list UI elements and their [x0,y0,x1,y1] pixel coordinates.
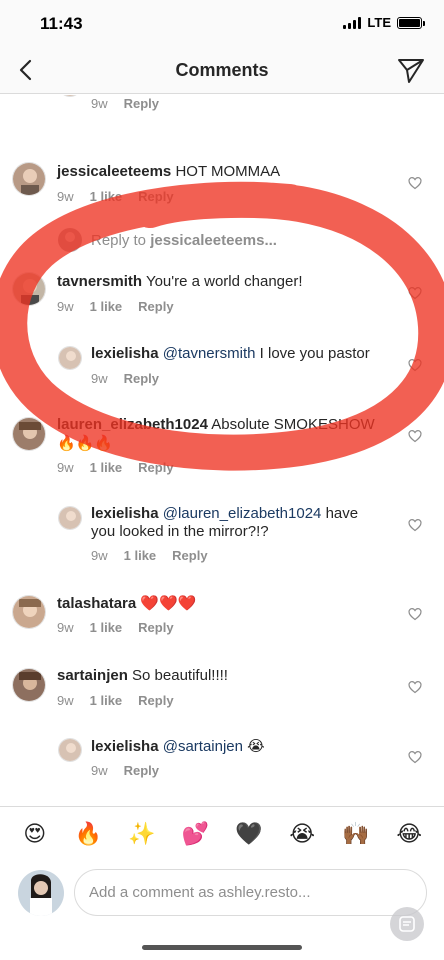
comment-text: jessicaleeteems HOT MOMMAA [57,163,281,180]
reply-button[interactable]: Reply [138,620,173,635]
comment-time: 9w [57,460,74,475]
comment-meta: 9w Reply [91,96,159,111]
avatar[interactable] [12,162,46,196]
reply-button[interactable]: Reply [138,299,173,314]
network-label: LTE [367,15,391,30]
comment-list[interactable]: you 9w Reply jessicaleeteems HOT MOMMAA … [0,95,444,805]
emoji-fire[interactable]: 🔥 [73,820,103,850]
comment-input[interactable] [74,869,427,916]
likes-count[interactable]: 1 like [90,620,123,635]
comment-username[interactable]: lexielisha [91,738,159,755]
like-heart-icon[interactable] [408,358,422,372]
reply-button[interactable]: Reply [138,693,173,708]
signal-icon [343,16,362,29]
nav-bar: Comments [0,46,444,94]
avatar[interactable] [58,346,82,370]
direct-send-icon[interactable] [396,56,426,84]
comment-meta: 9w 1 like Reply [57,460,174,475]
emoji-black-heart[interactable]: 🖤 [234,820,264,850]
likes-count[interactable]: 1 like [90,189,123,204]
emoji-heart-eyes[interactable]: 😍 [20,820,50,850]
comment-meta: 9w Reply [91,763,159,778]
comment-text: talashatara ❤️❤️❤️ [57,594,197,612]
like-heart-icon[interactable] [408,750,422,764]
like-heart-icon[interactable] [408,429,422,443]
emoji-two-hearts[interactable]: 💕 [180,820,210,850]
comment-meta: 9w 1 like Reply [57,693,174,708]
comment-time: 9w [57,189,74,204]
comment-text: tavnersmith You're a world changer! [57,273,303,290]
comment-username[interactable]: sartainjen [57,667,128,684]
page-title: Comments [175,60,269,80]
avatar[interactable] [12,272,46,306]
comment-text: lexielisha @tavnersmith I love you pasto… [91,345,370,362]
comment-username[interactable]: lexielisha [91,505,159,522]
emoji-quick-bar: 😍 🔥 ✨ 💕 🖤 😭 🙌🏾 😂 [0,806,444,862]
avatar[interactable] [58,506,82,530]
likes-count[interactable]: 1 like [90,460,123,475]
post-button[interactable] [390,907,424,941]
emoji-raised-hands[interactable]: 🙌🏾 [341,820,371,850]
reply-button[interactable]: Reply [124,371,159,386]
comment-time: 9w [91,371,108,386]
comment-text: lexielisha @lauren_elizabeth1024 have yo… [91,505,359,540]
likes-count[interactable]: 1 like [90,693,123,708]
reply-button[interactable]: Reply [138,460,173,475]
status-bar: 11:43 LTE [0,0,444,46]
post-icon [399,916,415,932]
reply-prompt-row[interactable]: Reply to jessicaleeteems... [58,228,277,252]
reply-prompt-text: Reply to jessicaleeteems... [91,231,277,249]
like-heart-icon[interactable] [408,518,422,532]
reply-button[interactable]: Reply [138,189,173,204]
comment-username[interactable]: talashatara [57,595,136,612]
like-heart-icon[interactable] [408,607,422,621]
comment-text: sartainjen So beautiful!!!! [57,667,228,684]
status-indicators: LTE [343,15,425,30]
comment-time: 9w [91,548,108,563]
emoji-sparkles[interactable]: ✨ [127,820,157,850]
comment-username[interactable]: lexielisha [91,345,159,362]
comment-time: 9w [57,620,74,635]
avatar[interactable] [12,668,46,702]
emoji-joy[interactable]: 😂 [394,820,424,850]
home-indicator [142,945,302,950]
mention-link[interactable]: @lauren_elizabeth1024 [163,505,322,522]
like-heart-icon[interactable] [408,286,422,300]
comment-emojis: 🔥🔥🔥 [57,434,114,452]
comment-meta: 9w Reply [91,371,159,386]
current-user-avatar [18,870,64,916]
avatar[interactable] [58,738,82,762]
comment-meta: 9w 1 like Reply [57,299,174,314]
mention-link[interactable]: @tavnersmith [163,345,256,362]
comment-meta: 9w 1 like Reply [57,189,174,204]
reply-button[interactable]: Reply [172,548,207,563]
comment-text: lauren_elizabeth1024 Absolute SMOKESHOW 🔥… [57,416,375,452]
avatar [58,228,82,252]
comment-username[interactable]: lauren_elizabeth1024 [57,416,208,433]
comment-username[interactable]: jessicaleeteems [57,163,171,180]
avatar[interactable] [12,417,46,451]
mention-link[interactable]: @sartainjen [163,738,243,755]
battery-icon [397,16,425,29]
status-time: 11:43 [40,14,83,33]
like-heart-icon[interactable] [408,680,422,694]
comment-meta: 9w 1 like Reply [57,620,174,635]
likes-count[interactable]: 1 like [124,548,157,563]
comment-composer [0,862,444,960]
comment-username[interactable]: tavnersmith [57,273,142,290]
comment-meta: 9w 1 like Reply [91,548,208,563]
comment-text: lexielisha @sartainjen 😭 [91,737,265,755]
comment-time: 9w [57,693,74,708]
reply-button[interactable]: Reply [124,96,159,111]
reply-button[interactable]: Reply [124,763,159,778]
comment-time: 9w [57,299,74,314]
emoji-crying[interactable]: 😭 [287,820,317,850]
like-heart-icon[interactable] [408,176,422,190]
comment-time: 9w [91,96,108,111]
likes-count[interactable]: 1 like [90,299,123,314]
comment-time: 9w [91,763,108,778]
avatar[interactable] [58,95,82,97]
avatar[interactable] [12,595,46,629]
